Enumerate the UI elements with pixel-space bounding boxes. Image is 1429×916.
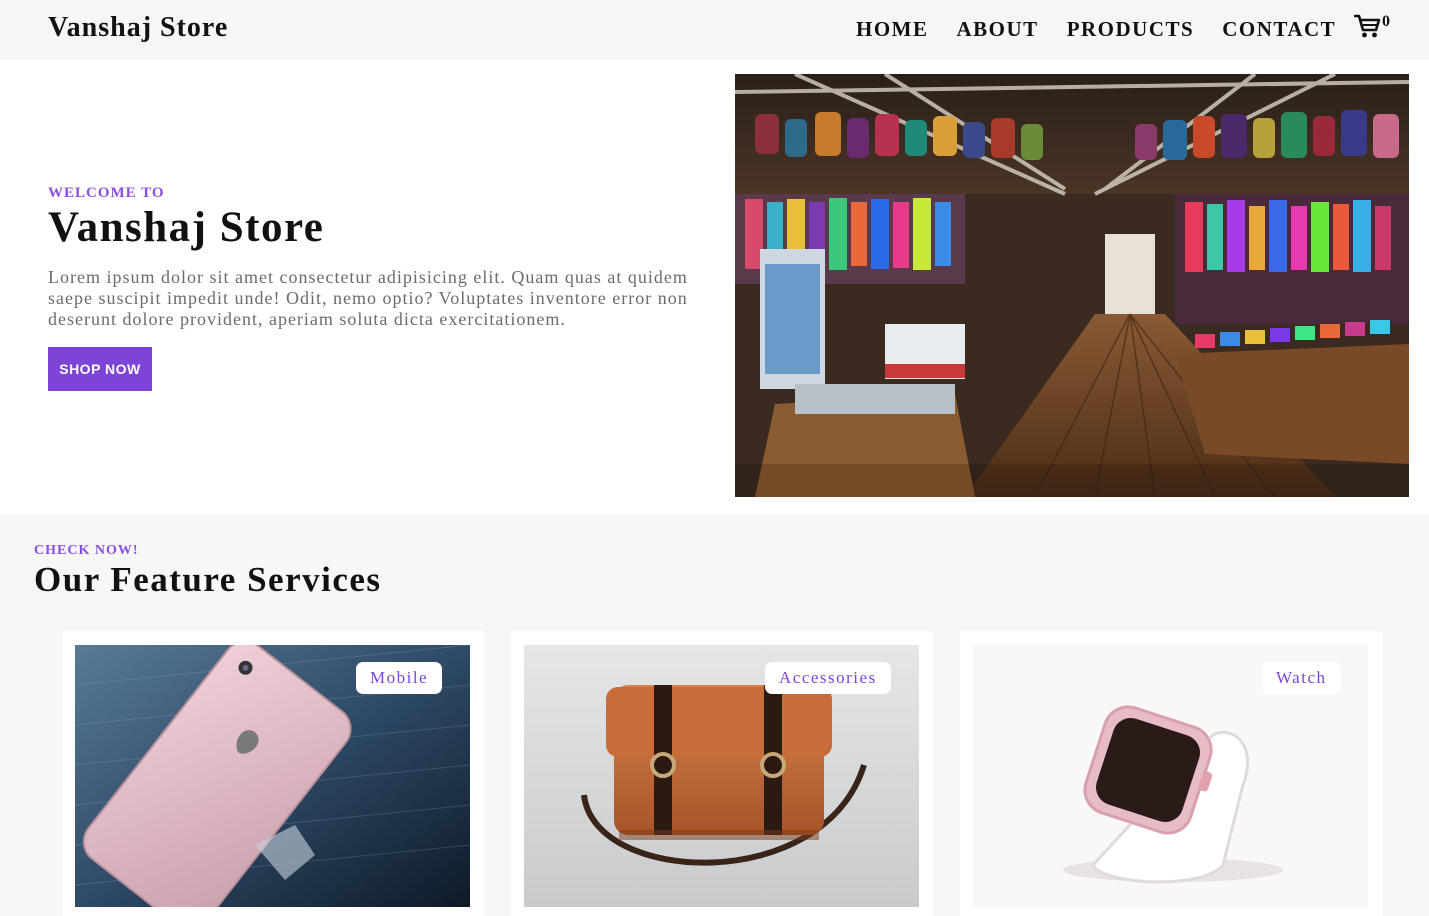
hero-welcome-label: WELCOME TO xyxy=(48,185,165,201)
nav-link-contact[interactable]: CONTACT xyxy=(1222,16,1336,42)
feature-card-accessories[interactable]: Accessories xyxy=(511,631,933,916)
nav-link-home[interactable]: HOME xyxy=(856,16,929,42)
card-tag-mobile: Mobile xyxy=(356,662,443,694)
cart-button[interactable]: 0 xyxy=(1354,13,1394,41)
features-section: CHECK NOW! Our Feature Services Mobile A… xyxy=(0,515,1429,916)
card-tag-accessories: Accessories xyxy=(765,662,891,694)
nav-link-about[interactable]: ABOUT xyxy=(957,16,1039,42)
features-title: Our Feature Services xyxy=(34,560,382,599)
feature-card-watch[interactable]: Watch xyxy=(960,631,1382,916)
cart-count: 0 xyxy=(1382,13,1390,30)
brand-logo[interactable]: Vanshaj Store xyxy=(48,12,228,44)
hero-description: Lorem ipsum dolor sit amet consectetur a… xyxy=(48,267,688,329)
card-tag-watch: Watch xyxy=(1262,662,1341,694)
nav-links: HOME ABOUT PRODUCTS CONTACT xyxy=(856,16,1364,42)
navbar: Vanshaj Store HOME ABOUT PRODUCTS CONTAC… xyxy=(0,0,1429,60)
feature-card-mobile[interactable]: Mobile xyxy=(62,631,484,916)
nav-link-products[interactable]: PRODUCTS xyxy=(1067,16,1195,42)
features-eyebrow: CHECK NOW! xyxy=(34,543,139,558)
shop-now-button[interactable]: SHOP NOW xyxy=(48,347,152,391)
hero-store-image xyxy=(735,74,1409,497)
hero-title: Vanshaj Store xyxy=(48,204,325,251)
